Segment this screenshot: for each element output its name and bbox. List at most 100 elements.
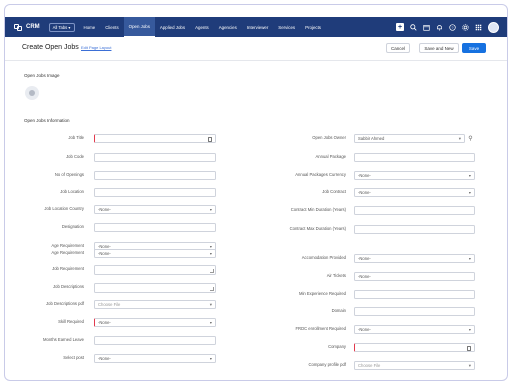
job-location-country-select[interactable]: -None- xyxy=(94,205,216,214)
app-window: CRM All Tabs ▾ Home Clients Open Jobs Appli… xyxy=(4,4,508,381)
contract-min-duration-years-field[interactable] xyxy=(354,206,475,215)
label-job-location-country: Job Location Country xyxy=(44,206,84,211)
job-contract-select[interactable]: -None- xyxy=(354,188,475,197)
svg-text:?: ? xyxy=(452,25,454,29)
label-domain: Domain xyxy=(331,308,346,313)
frdc-enrollment-required-select[interactable]: -None- xyxy=(354,325,475,334)
tab-agents[interactable]: Agents xyxy=(190,17,214,37)
label-job-location: Job Location xyxy=(60,189,84,194)
job-location-field[interactable] xyxy=(94,188,216,197)
avatar[interactable] xyxy=(488,21,499,33)
label-job-code: Job Code xyxy=(66,154,84,159)
label-months-earned-leave: Months Earned Leave xyxy=(43,337,84,342)
job-location-country-value: -None- xyxy=(98,207,111,212)
job-descriptions-pdf-value: Choose File xyxy=(98,302,121,307)
select-post-select[interactable]: -None- xyxy=(94,354,216,363)
help-icon[interactable]: ? xyxy=(449,23,456,31)
document-icon[interactable] xyxy=(208,136,212,142)
open-jobs-owner-field[interactable]: Sabbir Ahmed ▾ xyxy=(354,134,465,143)
label-age-requirement: Age Requirement xyxy=(51,243,84,248)
label-company-profile-pdf: Company profile pdf xyxy=(308,362,346,367)
tab-projects[interactable]: Projects xyxy=(300,17,326,37)
select-post-value: -None- xyxy=(98,356,111,361)
tab-services[interactable]: Services xyxy=(273,17,300,37)
frdc-enrollment-required-value: -None- xyxy=(358,327,371,332)
page-title: Create Open Jobs xyxy=(22,44,79,51)
air-tickets-field[interactable]: -None- xyxy=(354,272,475,281)
accomodation-provided-value: -None- xyxy=(358,256,371,261)
age-requirement-value: -None- xyxy=(98,251,111,256)
label-skill-required: Skill Required xyxy=(58,319,84,324)
section-title-image: Open Jobs Image xyxy=(24,73,60,78)
save-button[interactable]: Save xyxy=(462,43,486,53)
grid-icon[interactable] xyxy=(475,24,482,31)
job-title-field[interactable] xyxy=(94,134,216,143)
job-descriptions-pdf-file-input[interactable]: Choose File ▾ xyxy=(94,300,216,309)
skill-required-select[interactable]: -None- xyxy=(94,318,216,327)
label-job-contract: Job Contract xyxy=(322,189,346,194)
annual-package-field[interactable] xyxy=(354,153,475,162)
label-annual-packages-currency: Annual Packages Currency xyxy=(295,172,346,177)
tab-applied-jobs[interactable]: Applied Jobs xyxy=(155,17,190,37)
tab-interviewer[interactable]: Interviewer xyxy=(242,17,273,37)
air-tickets-value: -None- xyxy=(358,274,371,279)
domain-field[interactable] xyxy=(354,307,475,316)
annual-packages-currency-value: -None- xyxy=(358,173,371,178)
label-job-requirement: Job Requirement xyxy=(52,266,84,271)
no-of-openings-field[interactable] xyxy=(94,171,216,180)
calendar-icon[interactable] xyxy=(423,24,430,31)
section-title-information: Open Jobs Information xyxy=(24,118,70,123)
bell-icon[interactable] xyxy=(436,24,443,31)
label-contract-max-duration-years: Contract Max Duration (Years) xyxy=(289,226,346,231)
tab-agencies[interactable]: Agencies xyxy=(214,17,242,37)
min-experience-required-field[interactable] xyxy=(354,290,475,299)
skill-required-value: -None- xyxy=(98,320,111,325)
company-field[interactable] xyxy=(354,343,475,352)
designation-field[interactable] xyxy=(94,223,216,232)
label-air-tickets: Air Tickets xyxy=(326,273,346,278)
page-header: Create Open Jobs Edit Page Layout Cancel… xyxy=(5,37,507,61)
label-job-title: Job Title xyxy=(68,135,84,140)
label-contract-min-duration-years: Contract Min Duration (Years) xyxy=(290,207,346,212)
company-profile-pdf-file-input[interactable]: Choose File ▾ xyxy=(354,361,475,370)
label-annual-package: Annual Package xyxy=(315,154,347,159)
company-profile-pdf-value: Choose File xyxy=(358,363,381,368)
age-requirement-select[interactable]: -None- xyxy=(94,249,216,258)
job-contract-value: -None- xyxy=(358,190,371,195)
label-age-requirement: Age Requirement xyxy=(51,250,84,255)
job-descriptions-field[interactable] xyxy=(94,283,216,293)
label-company: Company xyxy=(328,344,346,349)
label-frdc-enrollment-required: FRDC enrollment Required xyxy=(295,326,346,331)
chevron-down-icon: ▾ xyxy=(458,135,461,141)
app-name: CRM xyxy=(26,24,40,30)
job-requirement-field[interactable] xyxy=(94,265,216,275)
accomodation-provided-select[interactable]: -None- xyxy=(354,254,475,263)
annual-packages-currency-select[interactable]: -None- xyxy=(354,171,475,180)
user-search-icon[interactable]: ⚲ xyxy=(467,135,474,142)
module-tabs: Home Clients Open Jobs Applied Jobs Agents Ag… xyxy=(79,17,326,37)
label-min-experience-required: Min Experience Required xyxy=(298,291,346,296)
chevron-down-icon: ▾ xyxy=(468,362,471,368)
save-and-new-button[interactable]: Save and New xyxy=(419,43,459,53)
settings-icon[interactable] xyxy=(462,23,469,31)
top-navigation-bar: CRM All Tabs ▾ Home Clients Open Jobs Appli… xyxy=(5,17,507,37)
label-no-of-openings: No of Openings xyxy=(54,172,84,177)
edit-page-layout-link[interactable]: Edit Page Layout xyxy=(81,45,111,50)
label-open-jobs-owner: Open Jobs Owner xyxy=(312,135,346,140)
tab-clients[interactable]: Clients xyxy=(100,17,123,37)
crm-logo-icon xyxy=(14,23,22,31)
months-earned-leave-field[interactable] xyxy=(94,336,216,345)
image-upload-placeholder[interactable] xyxy=(25,86,39,100)
tab-home[interactable]: Home xyxy=(79,17,101,37)
label-designation: Designation xyxy=(61,224,84,229)
cancel-button[interactable]: Cancel xyxy=(386,43,410,53)
all-tabs-dropdown[interactable]: All Tabs ▾ xyxy=(48,22,75,32)
lookup-icon[interactable] xyxy=(467,345,471,351)
job-code-field[interactable] xyxy=(94,153,216,162)
tab-open-jobs[interactable]: Open Jobs xyxy=(123,17,155,37)
contract-max-duration-years-field[interactable] xyxy=(354,225,475,234)
crm-logo[interactable]: CRM xyxy=(14,23,40,31)
plus-icon[interactable]: + xyxy=(396,23,404,31)
open-jobs-owner-value: Sabbir Ahmed xyxy=(358,136,385,141)
search-icon[interactable] xyxy=(410,23,417,31)
